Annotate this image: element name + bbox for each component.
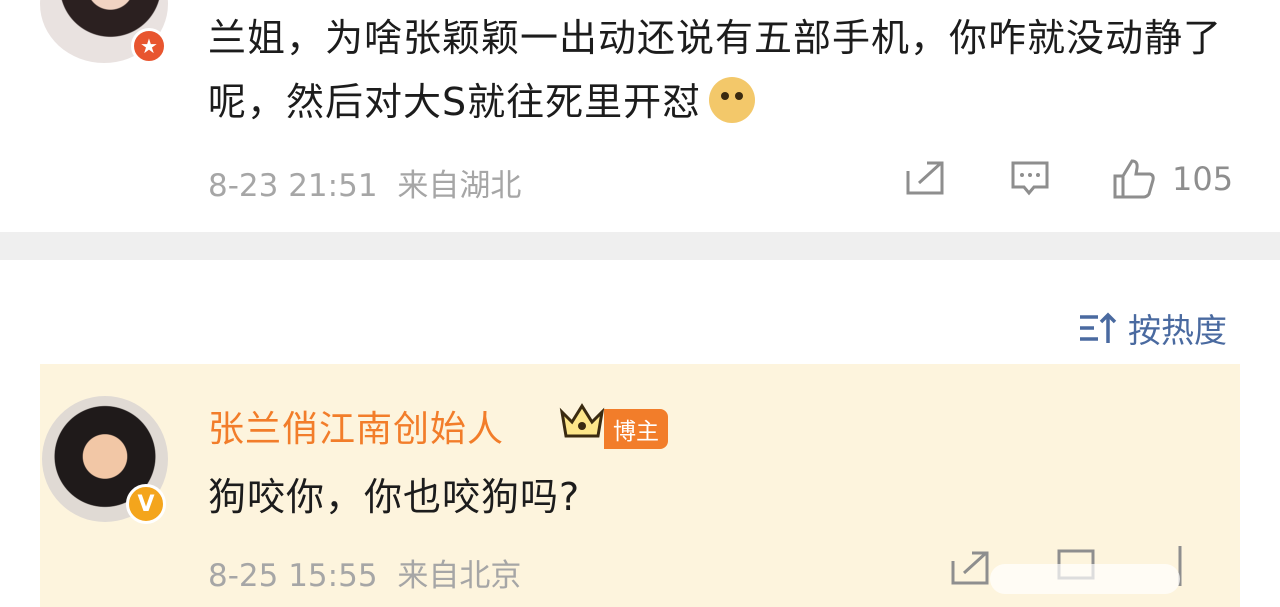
like-icon[interactable] [1112,158,1156,200]
watermark-overlay [990,564,1180,594]
sort-by-hot-button[interactable]: 按热度 [1078,304,1227,352]
red-star-badge-icon: ★ [131,28,167,64]
share-icon[interactable] [905,160,945,196]
comment-location: 来自湖北 [397,168,522,204]
doge-emoji-icon [709,77,756,123]
like-count: 105 [1172,160,1234,198]
comment-meta: 8-23 21:51 来自湖北 [208,160,521,205]
sort-label: 按热度 [1128,311,1227,350]
reply-date: 8-25 15:55 [208,558,378,594]
reply-text: 狗咬你，你也咬狗吗? [208,475,581,519]
share-icon[interactable] [950,550,990,586]
comment-date: 8-23 21:51 [208,168,378,204]
verified-v-badge-icon: V [126,484,166,524]
comment-text: 兰姐，为啥张颖颖一出动还说有五部手机，你咋就没动静了呢，然后对大S就往死里开怼 [208,16,1223,124]
section-divider [0,232,1280,260]
crown-icon [559,403,605,438]
sort-icon [1080,312,1117,343]
author-name[interactable]: 张兰俏江南创始人 [208,400,504,452]
comment-icon[interactable] [1010,160,1050,196]
reply-meta: 8-25 15:55 来自北京 [208,550,521,595]
reply-location: 来自北京 [397,558,522,594]
blogger-tag: 博主 [604,409,668,449]
